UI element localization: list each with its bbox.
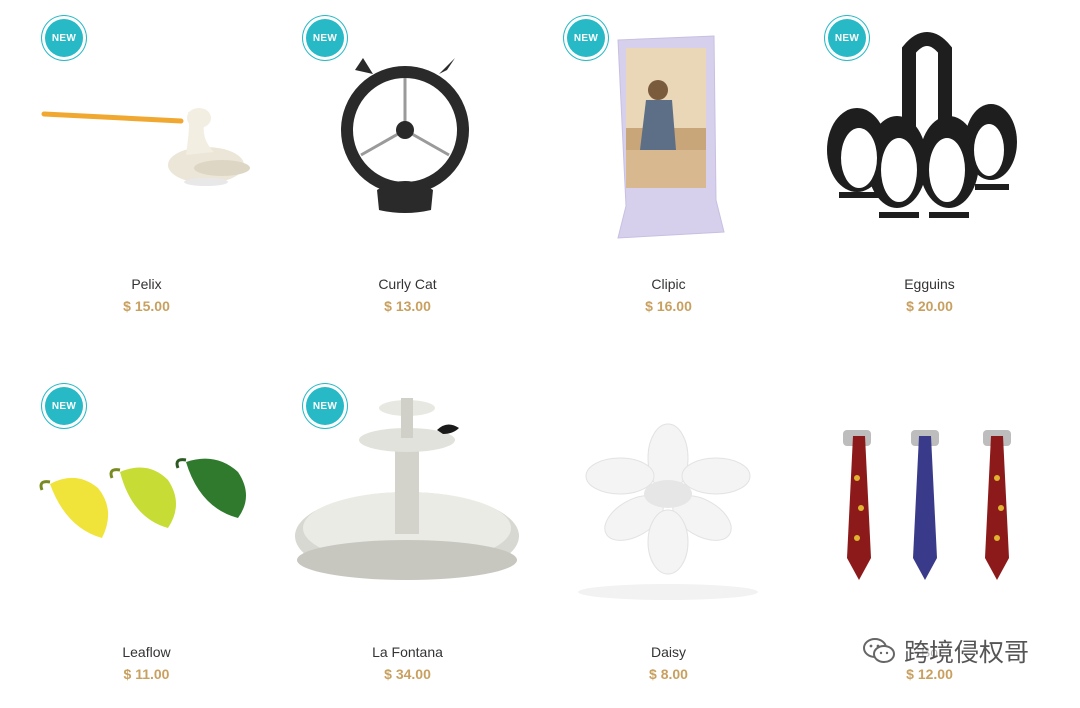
watermark: 跨境侵权哥: [862, 636, 1030, 667]
new-badge: NEW: [825, 16, 869, 60]
new-badge: NEW: [303, 16, 347, 60]
product-card[interactable]: NEW Egguins $ 20.00: [799, 0, 1060, 340]
watermark-text: 跨境侵权哥: [904, 638, 1030, 667]
product-price: $ 15.00: [123, 298, 170, 314]
product-card[interactable]: NEW La Fontana $ 34.00: [277, 368, 538, 708]
product-name[interactable]: Leaflow: [16, 644, 277, 660]
product-name[interactable]: Daisy: [538, 644, 799, 660]
product-image-daisy[interactable]: [538, 368, 799, 628]
product-card[interactable]: NEW Curly Cat $ 13.00: [277, 0, 538, 340]
wechat-icon: [863, 638, 895, 663]
new-badge: NEW: [42, 384, 86, 428]
product-price: $ 8.00: [649, 666, 688, 682]
product-image-bo[interactable]: [799, 368, 1060, 628]
product-card[interactable]: Daisy $ 8.00: [538, 368, 799, 708]
product-price: $ 20.00: [906, 298, 953, 314]
new-badge: NEW: [564, 16, 608, 60]
product-card[interactable]: NEW Leaflow $ 11.00: [16, 368, 277, 708]
product-name[interactable]: La Fontana: [277, 644, 538, 660]
product-price: $ 16.00: [645, 298, 692, 314]
product-price: $ 11.00: [123, 666, 170, 682]
product-name[interactable]: Curly Cat: [277, 276, 538, 292]
new-badge: NEW: [42, 16, 86, 60]
product-card[interactable]: NEW Pelix $ 15.00: [16, 0, 277, 340]
product-price: $ 13.00: [384, 298, 431, 314]
product-grid: NEW Pelix $ 15.00 NEW Curly Cat $ 13.00: [0, 0, 1080, 699]
product-price: $ 34.00: [384, 666, 431, 682]
new-badge: NEW: [303, 384, 347, 428]
product-name[interactable]: Egguins: [799, 276, 1060, 292]
product-card[interactable]: NEW Clipic $ 16.00: [538, 0, 799, 340]
product-name[interactable]: Clipic: [538, 276, 799, 292]
product-name[interactable]: Pelix: [16, 276, 277, 292]
